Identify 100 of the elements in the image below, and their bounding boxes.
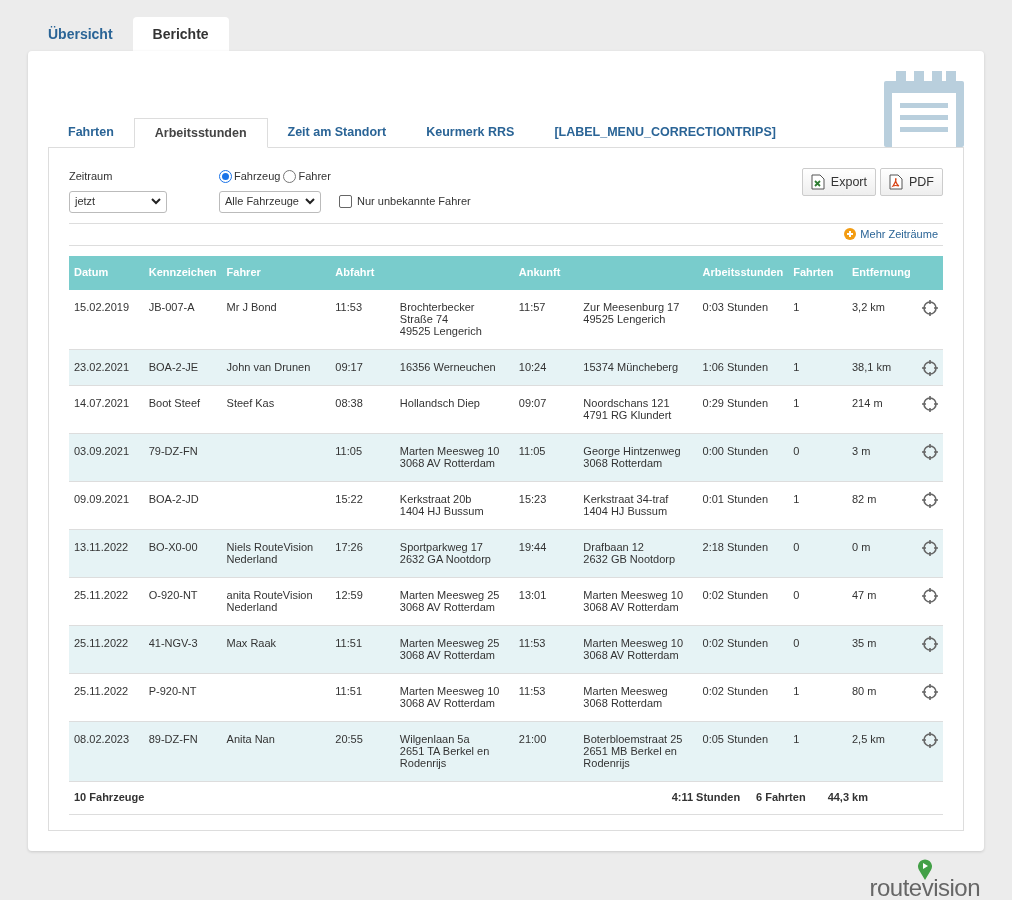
column-header: Fahrten	[793, 266, 834, 279]
table-cell: 3,2 km	[852, 300, 885, 313]
table-cell: 35 m	[852, 636, 877, 649]
table-cell: 11:51	[335, 684, 363, 697]
table-cell: 0:00 Stunden	[702, 444, 768, 457]
crosshair-icon[interactable]	[922, 587, 938, 604]
table-cell: 11:53	[335, 300, 363, 313]
table-cell: 0	[793, 588, 800, 601]
table-cell: Max Raak	[226, 636, 277, 649]
table-cell: BOA-2-JD	[148, 492, 199, 505]
column-header: Ankunft	[518, 266, 561, 279]
table-cell: 12:59	[335, 588, 363, 601]
vehicle-select[interactable]: Alle Fahrzeuge	[219, 190, 321, 213]
footer-trips: 6 Fahrten	[756, 790, 806, 806]
table-cell: 11:51	[335, 636, 363, 649]
table-cell-text: Niels RouteVision Nederland	[226, 540, 315, 565]
period-label: Zeitraum	[69, 169, 114, 184]
table-cell: 20:55	[335, 732, 363, 745]
table-cell: 11:05	[335, 444, 363, 457]
main-tab[interactable]: Berichte	[132, 17, 229, 51]
address-cell-text: Marten Meesweg 10 3068 AV Rotterdam	[583, 636, 685, 661]
table-cell: 80 m	[852, 684, 877, 697]
table-cell: 23.02.2021	[74, 360, 130, 373]
period-select[interactable]: jetzt	[69, 190, 167, 213]
crosshair-icon[interactable]	[922, 683, 938, 700]
table-cell: BOA-2-JE	[148, 360, 199, 373]
table-cell: 15:22	[335, 492, 363, 505]
more-periods-link[interactable]: Mehr Zeiträume	[860, 225, 938, 243]
table-cell: 1:06 Stunden	[702, 360, 768, 373]
radio-label: Fahrer	[298, 169, 331, 184]
table-cell: John van Drunen	[226, 360, 311, 373]
table-cell: 13:01	[518, 588, 547, 601]
table-cell: 1	[793, 684, 800, 697]
table-cell: P-920-NT	[148, 684, 197, 697]
table-cell: 21:00	[518, 732, 547, 745]
table-cell: 0:03 Stunden	[702, 300, 768, 313]
crosshair-icon[interactable]	[922, 299, 938, 316]
table-cell: 09.09.2021	[74, 492, 130, 505]
table-cell: 11:53	[518, 636, 546, 649]
table-cell: 09:07	[518, 396, 547, 409]
table-cell: 1	[793, 492, 800, 505]
plus-icon	[844, 228, 857, 240]
table-cell: 13.11.2022	[74, 540, 129, 553]
pdf-button[interactable]: PDF	[880, 168, 943, 196]
crosshair-icon[interactable]	[922, 395, 938, 412]
export-button[interactable]: Export	[801, 168, 876, 196]
table-cell-text: anita RouteVision Nederland	[226, 588, 314, 613]
address-cell-text: Marten Meesweg 25 3068 AV Rotterdam	[399, 636, 501, 661]
table-cell: 2:18 Stunden	[702, 540, 768, 553]
table-cell: 0	[793, 540, 800, 553]
table-cell: 25.11.2022	[74, 636, 129, 649]
table-cell: 0:01 Stunden	[702, 492, 768, 505]
table-cell: 15:23	[518, 492, 547, 505]
table-cell: 19:44	[518, 540, 547, 553]
address-cell-text: Noordschans 121 4791 RG Klundert	[583, 396, 673, 421]
crosshair-icon[interactable]	[922, 539, 938, 556]
crosshair-icon[interactable]	[922, 359, 938, 376]
table-cell: 214 m	[852, 396, 883, 409]
table-cell: 17:26	[335, 540, 363, 553]
checkbox[interactable]	[339, 195, 352, 208]
table-cell: 25.11.2022	[74, 588, 129, 601]
table-cell: 0 m	[852, 540, 871, 553]
table-cell: 09:17	[335, 360, 363, 373]
crosshair-icon[interactable]	[922, 635, 938, 652]
clipboard-icon	[884, 71, 964, 147]
table-cell: 25.11.2022	[74, 684, 129, 697]
crosshair-icon[interactable]	[922, 491, 938, 508]
table-cell: 11:53	[518, 684, 546, 697]
table-cell: 0	[793, 636, 800, 649]
table-cell: 79-DZ-FN	[148, 444, 198, 457]
report-tab[interactable]: Keurmerk RRS	[406, 117, 535, 147]
address-cell-text: Brochterbecker Straße 74 49525 Lengerich	[399, 300, 483, 337]
footer-distance: 44,3 km	[827, 790, 868, 806]
table-cell: Steef Kas	[226, 396, 275, 409]
address-cell-text: 16356 Werneuchen	[399, 360, 497, 373]
pdf-document-icon	[889, 174, 903, 190]
address-cell-text: Marten Meesweg 25 3068 AV Rotterdam	[399, 588, 501, 613]
report-tab[interactable]: Fahrten	[48, 117, 134, 147]
table-cell: 0:05 Stunden	[702, 732, 768, 745]
report-tab[interactable]: [LABEL_MENU_CORRECTIONTRIPS]	[534, 117, 796, 147]
table-cell: 1	[793, 360, 800, 373]
spreadsheet-icon	[810, 174, 825, 190]
address-cell-text: Drafbaan 12 2632 GB Nootdorp	[583, 540, 677, 565]
report-tab[interactable]: Zeit am Standort	[267, 117, 407, 147]
report-tab[interactable]: Arbeitsstunden	[133, 118, 268, 148]
caret-icon	[305, 198, 315, 205]
caret-icon	[151, 198, 161, 205]
column-header: Arbeitsstunden	[702, 266, 784, 279]
table-cell: 03.09.2021	[74, 444, 130, 457]
footer-hours: 4:11 Stunden	[671, 790, 741, 806]
address-cell-text: 15374 Müncheberg	[583, 360, 680, 373]
crosshair-icon[interactable]	[922, 443, 938, 460]
table-cell: 0:02 Stunden	[702, 684, 768, 697]
address-cell-text: Hollandsch Diep	[399, 396, 481, 409]
crosshair-icon[interactable]	[922, 731, 938, 748]
table-cell: 08:38	[335, 396, 363, 409]
main-tab[interactable]: Übersicht	[28, 17, 133, 51]
table-cell: 82 m	[852, 492, 877, 505]
table-cell: 3 m	[852, 444, 871, 457]
table-cell: 15.02.2019	[74, 300, 130, 313]
